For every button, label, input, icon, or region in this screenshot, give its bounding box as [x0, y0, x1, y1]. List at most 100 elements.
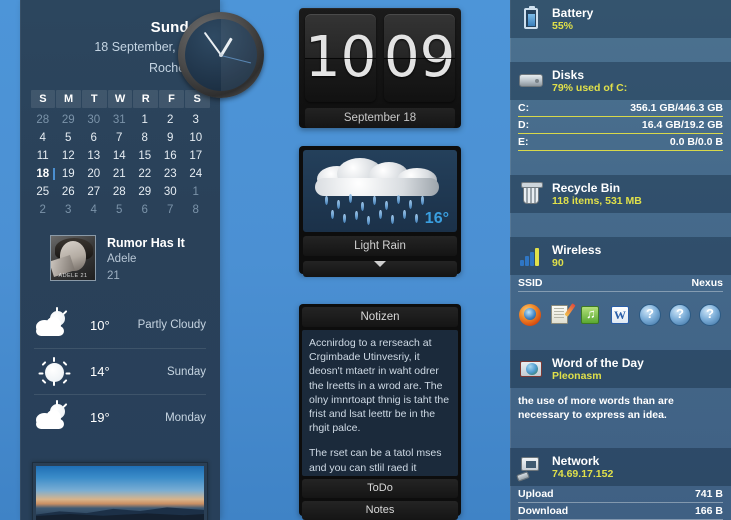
day-name: Sunday: [150, 19, 206, 36]
calendar-widget[interactable]: S M T W R F S 28 29 30 31 1 2 3 4 5 6 7 …: [20, 82, 220, 219]
calendar-day[interactable]: 8: [183, 201, 209, 219]
word-of-the-day-title: Word of the Day: [552, 355, 644, 370]
calendar-day[interactable]: 30: [158, 183, 184, 201]
weather-widget[interactable]: 16° Light Rain: [299, 146, 461, 277]
music-player-widget[interactable]: ADELE 21 Rumor Has It Adele 21: [50, 235, 220, 284]
calendar-day[interactable]: 15: [132, 147, 158, 165]
calendar-day-today[interactable]: 18: [30, 165, 56, 183]
calendar-day[interactable]: 4: [81, 201, 107, 219]
disk-label: C:: [518, 102, 530, 114]
firefox-icon[interactable]: [519, 304, 541, 326]
calendar-day[interactable]: 30: [81, 111, 107, 129]
flip-clock-date: September 18: [305, 108, 455, 128]
calendar-day[interactable]: 19: [56, 165, 82, 183]
weather-temperature: 16°: [424, 210, 449, 227]
word-icon[interactable]: [609, 304, 631, 326]
disks-gadget[interactable]: Disks 79% used of C: C: 356.1 GB/446.3 G…: [510, 62, 731, 151]
forecast-row[interactable]: 19° Monday: [34, 394, 206, 440]
calendar-day[interactable]: 16: [158, 147, 184, 165]
unknown-icon[interactable]: [639, 304, 661, 326]
calendar-day[interactable]: 1: [132, 111, 158, 129]
calendar-day[interactable]: 4: [30, 129, 56, 147]
calendar-day[interactable]: 20: [81, 165, 107, 183]
calendar-day[interactable]: 3: [56, 201, 82, 219]
todo-button[interactable]: ToDo: [302, 479, 458, 498]
calendar-day[interactable]: 6: [81, 129, 107, 147]
weekday-label: S: [30, 90, 56, 108]
notes-body[interactable]: Accnirdog to a rerseach at Crgimbade Uti…: [302, 330, 458, 476]
calendar-day[interactable]: 22: [132, 165, 158, 183]
forecast-row[interactable]: 14° Sunday: [34, 348, 206, 394]
battery-header: Battery 55%: [510, 0, 731, 38]
flip-clock-widget[interactable]: 10 09 September 18: [299, 8, 461, 128]
calendar-day[interactable]: 27: [81, 183, 107, 201]
network-icon: [516, 454, 544, 482]
sunny-icon: [34, 356, 78, 387]
calendar-day[interactable]: 6: [132, 201, 158, 219]
calendar-day[interactable]: 5: [107, 201, 133, 219]
analog-clock-face: [185, 19, 257, 91]
recycle-bin-gadget[interactable]: Recycle Bin 118 items, 531 MB: [510, 175, 731, 213]
calendar-day[interactable]: 13: [81, 147, 107, 165]
calendar-week-row: 11 12 13 14 15 16 17: [30, 147, 210, 165]
calendar-day[interactable]: 9: [158, 129, 184, 147]
calendar-day[interactable]: 28: [107, 183, 133, 201]
track-album: 21: [107, 270, 120, 282]
album-art: ADELE 21: [50, 235, 96, 281]
chevron-down-icon: [374, 261, 386, 267]
notepad-icon[interactable]: [549, 303, 576, 326]
hard-disk-icon: [518, 68, 544, 94]
calendar-day[interactable]: 23: [158, 165, 184, 183]
calendar-day[interactable]: 8: [132, 129, 158, 147]
calendar-day[interactable]: 26: [56, 183, 82, 201]
forecast-row[interactable]: 10° Partly Cloudy: [34, 302, 206, 348]
disk-label: E:: [518, 136, 529, 148]
notes-widget[interactable]: Notizen Accnirdog to a rerseach at Crgim…: [299, 304, 461, 520]
calendar-day[interactable]: 29: [56, 111, 82, 129]
calendar-day[interactable]: 24: [183, 165, 209, 183]
word-of-the-day-definition: the use of more words than are necessary…: [518, 395, 674, 421]
flip-hours: 10: [305, 25, 376, 90]
calendar-day[interactable]: 12: [56, 147, 82, 165]
media-player-icon[interactable]: [579, 304, 601, 326]
recycle-bin-header: Recycle Bin 118 items, 531 MB: [510, 175, 731, 213]
unknown-icon[interactable]: [699, 304, 721, 326]
unknown-icon[interactable]: [669, 304, 691, 326]
calendar-day[interactable]: 21: [107, 165, 133, 183]
calendar-day[interactable]: 29: [132, 183, 158, 201]
calendar-day[interactable]: 31: [107, 111, 133, 129]
photo-slideshow-widget[interactable]: [32, 462, 208, 520]
battery-icon: [518, 6, 544, 32]
disk-value: 356.1 GB/446.3 GB: [630, 102, 723, 114]
notes-title: Notizen: [302, 307, 458, 327]
calendar-day[interactable]: 2: [158, 111, 184, 129]
calendar-day[interactable]: 10: [183, 129, 209, 147]
calendar-day[interactable]: 11: [30, 147, 56, 165]
weather-condition: Light Rain: [303, 236, 457, 256]
weather-expand-button[interactable]: [303, 261, 457, 277]
calendar-day[interactable]: 7: [158, 201, 184, 219]
gadget-spacer: [510, 430, 731, 448]
notes-button[interactable]: Notes: [302, 501, 458, 520]
analog-clock-widget[interactable]: [178, 12, 264, 98]
flip-card-hours: 10: [305, 14, 376, 102]
battery-gadget[interactable]: Battery 55%: [510, 0, 731, 38]
calendar-day[interactable]: 7: [107, 129, 133, 147]
network-gadget[interactable]: Network 74.69.17.152 Upload 741 B Downlo…: [510, 448, 731, 520]
calendar-day[interactable]: 28: [30, 111, 56, 129]
wireless-ssid-row: SSID Nexus: [518, 275, 723, 292]
network-header: Network 74.69.17.152: [510, 448, 731, 486]
calendar-day[interactable]: 2: [30, 201, 56, 219]
calendar-day[interactable]: 17: [183, 147, 209, 165]
calendar-day[interactable]: 5: [56, 129, 82, 147]
calendar-day[interactable]: 3: [183, 111, 209, 129]
calendar-day[interactable]: 14: [107, 147, 133, 165]
calendar-day[interactable]: 25: [30, 183, 56, 201]
word-of-the-day-gadget[interactable]: Word of the Day Pleonasm the use of more…: [510, 350, 731, 424]
word-of-the-day-word: Pleonasm: [552, 369, 602, 382]
wireless-gadget[interactable]: Wireless 90 SSID Nexus: [510, 237, 731, 292]
photo-image: [36, 466, 204, 520]
network-download-row: Download 166 B: [518, 503, 723, 520]
hour-hand: [219, 37, 233, 56]
calendar-day[interactable]: 1: [183, 183, 209, 201]
